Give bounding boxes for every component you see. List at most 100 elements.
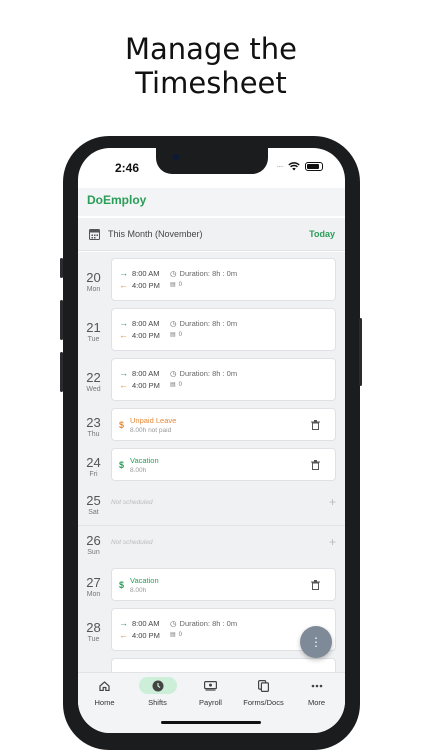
- tab-payroll[interactable]: Payroll: [184, 673, 237, 733]
- phone-volume-up: [60, 300, 63, 340]
- comment-icon: ▤: [170, 382, 176, 388]
- tab-label: Home: [94, 698, 115, 707]
- timesheet-list[interactable]: 20 Mon → 8:00 AM ← 4:00 PM ◷ Duration: 8h : …: [78, 252, 345, 678]
- list-item[interactable]: 25 Sat Not scheduled +: [78, 488, 345, 526]
- list-item[interactable]: 26 Sun Not scheduled +: [78, 528, 345, 566]
- day-number: 26: [86, 533, 101, 548]
- day-number: 23: [86, 415, 101, 430]
- list-item[interactable]: 27 Mon $ Vacation 8.00h: [78, 568, 345, 602]
- tab-label: Payroll: [199, 698, 222, 707]
- day-number: 21: [86, 320, 101, 335]
- clock-out-arrow-icon: ←: [119, 380, 128, 390]
- calendar-icon: [89, 229, 100, 240]
- tab-home[interactable]: Home: [78, 673, 131, 733]
- list-item[interactable]: 24 Fri $ Vacation 8.00h: [78, 448, 345, 482]
- comment-icon: ▤: [170, 282, 176, 288]
- app-brand: DoEmploy: [87, 193, 147, 207]
- clock-in-arrow-icon: →: [119, 268, 128, 278]
- clock-in-arrow-icon: →: [119, 318, 128, 328]
- app-header: DoEmploy: [78, 188, 345, 216]
- clock-in-time: 8:00 AM: [132, 618, 160, 628]
- comment-icon: ▤: [170, 632, 176, 638]
- day-number: 25: [86, 493, 101, 508]
- clock-icon: [152, 680, 163, 691]
- clock-out-time: 4:00 PM: [132, 630, 160, 640]
- shift-duration: Duration: 8h : 0m: [179, 619, 238, 628]
- phone-power-button: [359, 318, 362, 386]
- day-weekday: Thu: [87, 431, 100, 438]
- clock-out-arrow-icon: ←: [119, 330, 128, 340]
- status-time: 2:46: [115, 161, 140, 175]
- phone-screen: 2:46 ···· DoEmploy This Month (November)…: [78, 148, 345, 733]
- tab-more[interactable]: More: [290, 673, 343, 733]
- tab-label: Forms/Docs: [243, 698, 284, 707]
- battery-icon: [305, 162, 323, 171]
- clock-in-arrow-icon: →: [119, 618, 128, 628]
- duration-clock-icon: ◷: [170, 319, 177, 328]
- tab-forms-docs[interactable]: Forms/Docs: [237, 673, 290, 733]
- list-item[interactable]: 20 Mon → 8:00 AM ← 4:00 PM ◷ Duration: 8h : …: [78, 258, 345, 302]
- day-weekday: Fri: [89, 471, 98, 478]
- not-scheduled-label: Not scheduled: [111, 539, 153, 546]
- day-weekday: Tue: [87, 336, 100, 343]
- leave-card[interactable]: $ Vacation 8.00h: [111, 448, 336, 481]
- day-number: 27: [86, 575, 101, 590]
- clock-out-arrow-icon: ←: [119, 280, 128, 290]
- list-item[interactable]: 21 Tue → 8:00 AM ← 4:00 PM ◷ Duration: 8h : …: [78, 308, 345, 352]
- period-selector[interactable]: This Month (November) Today: [78, 218, 345, 251]
- leave-hours: 8.00h: [130, 587, 147, 594]
- clock-in-time: 8:00 AM: [132, 368, 160, 378]
- shift-duration: Duration: 8h : 0m: [179, 369, 238, 378]
- day-number: 20: [86, 270, 101, 285]
- more-icon: [311, 684, 322, 687]
- shift-duration: Duration: 8h : 0m: [179, 269, 238, 278]
- shift-card[interactable]: → 8:00 AM ← 4:00 PM ◷ Duration: 8h : 0m ▤ 0: [111, 358, 336, 401]
- clock-out-arrow-icon: ←: [119, 630, 128, 640]
- day-weekday: Sat: [88, 509, 99, 516]
- comment-icon: ▤: [170, 332, 176, 338]
- clock-out-time: 4:00 PM: [132, 380, 160, 390]
- clock-in-arrow-icon: →: [119, 368, 128, 378]
- duration-clock-icon: ◷: [170, 619, 177, 628]
- tab-shifts[interactable]: Shifts: [131, 673, 184, 733]
- comment-count: 0: [178, 331, 183, 338]
- comment-count: 0: [178, 281, 183, 288]
- list-item[interactable]: 23 Thu $ Unpaid Leave 8.00h not paid: [78, 408, 345, 442]
- leave-hours: 8.00h not paid: [130, 427, 172, 434]
- day-weekday: Mon: [86, 591, 101, 598]
- leave-card[interactable]: $ Unpaid Leave 8.00h not paid: [111, 408, 336, 441]
- shift-card[interactable]: → 8:00 AM ← 4:00 PM ◷ Duration: 8h : 0m ▤ 0: [111, 258, 336, 301]
- headline: Manage the Timesheet: [0, 32, 422, 100]
- tab-label: Shifts: [148, 698, 167, 707]
- add-shift-icon[interactable]: +: [329, 495, 336, 509]
- shift-card[interactable]: → 8:00 AM ← 4:00 PM ◷ Duration: 8h : 0m ▤ 0: [111, 308, 336, 351]
- more-actions-fab[interactable]: ⋮: [300, 626, 332, 658]
- divider: [78, 525, 345, 526]
- shift-duration: Duration: 8h : 0m: [179, 319, 238, 328]
- wifi-icon: [288, 162, 300, 171]
- paid-dollar-icon: $: [119, 580, 125, 590]
- payroll-icon: [204, 680, 217, 691]
- day-weekday: Mon: [86, 286, 101, 293]
- day-number: 24: [86, 455, 101, 470]
- list-item[interactable]: 22 Wed → 8:00 AM ← 4:00 PM ◷ Duration: 8h : …: [78, 358, 345, 402]
- home-indicator: [161, 721, 261, 724]
- home-icon: [99, 680, 110, 691]
- clock-out-time: 4:00 PM: [132, 330, 160, 340]
- trash-icon[interactable]: [311, 580, 320, 590]
- status-bar: 2:46 ····: [78, 148, 345, 188]
- day-weekday: Sun: [87, 549, 100, 556]
- cellular-signal-icon: ····: [276, 162, 284, 171]
- leave-card[interactable]: $ Vacation 8.00h: [111, 568, 336, 601]
- add-shift-icon[interactable]: +: [329, 535, 336, 549]
- today-button[interactable]: Today: [309, 229, 335, 239]
- period-label: This Month (November): [108, 229, 203, 239]
- paid-dollar-icon: $: [119, 460, 125, 470]
- tab-label: More: [307, 698, 326, 707]
- not-scheduled-label: Not scheduled: [111, 499, 153, 506]
- duration-clock-icon: ◷: [170, 269, 177, 278]
- comment-count: 0: [178, 631, 183, 638]
- trash-icon[interactable]: [311, 460, 320, 470]
- day-number: 22: [86, 370, 101, 385]
- trash-icon[interactable]: [311, 420, 320, 430]
